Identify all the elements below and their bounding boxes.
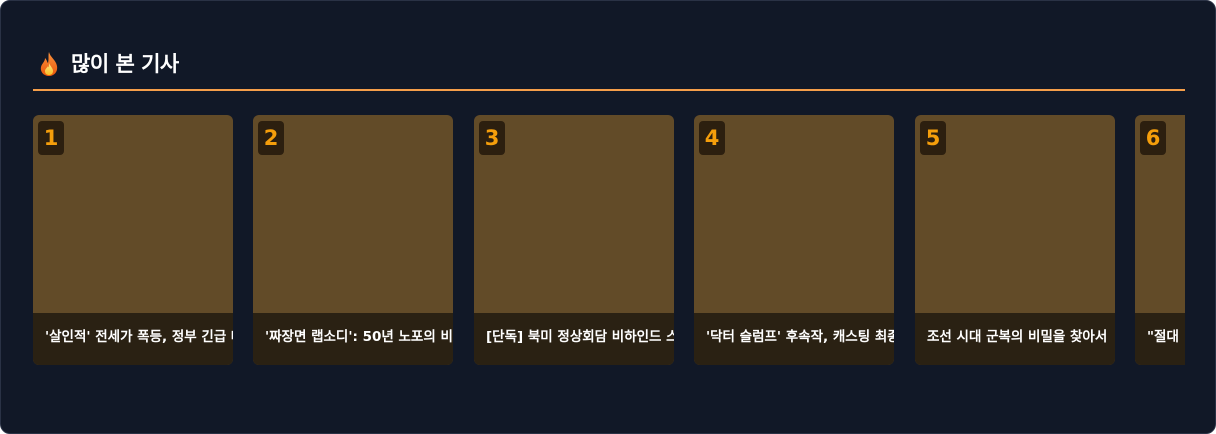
rank-badge: 6: [1140, 121, 1166, 155]
rank-badge: 1: [38, 121, 64, 155]
most-viewed-panel: 많이 본 기사 1 '살인적' 전세가 폭등, 정부 긴급 대책 2 '짜장면 …: [0, 0, 1216, 434]
article-card[interactable]: 3 [단독] 북미 정상회담 비하인드 스토리: [474, 115, 674, 365]
rank-badge: 4: [699, 121, 725, 155]
article-title: '짜장면 랩소디': 50년 노포의 비밀: [265, 329, 453, 345]
section-title: 많이 본 기사: [71, 52, 179, 76]
article-caption: 조선 시대 군복의 비밀을 찾아서: [915, 313, 1115, 365]
article-caption: '살인적' 전세가 폭등, 정부 긴급 대책: [33, 313, 233, 365]
article-caption: '닥터 슬럼프' 후속작, 캐스팅 최종 확정: [694, 313, 894, 365]
rank-badge: 2: [258, 121, 284, 155]
article-card[interactable]: 5 조선 시대 군복의 비밀을 찾아서: [915, 115, 1115, 365]
article-carousel: 1 '살인적' 전세가 폭등, 정부 긴급 대책 2 '짜장면 랩소디': 50…: [33, 115, 1185, 366]
article-title: [단독] 북미 정상회담 비하인드 스토리: [486, 329, 674, 345]
article-card[interactable]: 6 "절대: [1135, 115, 1185, 365]
article-title: 조선 시대 군복의 비밀을 찾아서: [927, 329, 1108, 345]
article-title: '닥터 슬럼프' 후속작, 캐스팅 최종 확정: [706, 329, 894, 345]
section-header: 많이 본 기사: [33, 49, 1185, 91]
fire-icon: [38, 51, 60, 77]
article-card[interactable]: 4 '닥터 슬럼프' 후속작, 캐스팅 최종 확정: [694, 115, 894, 365]
rank-badge: 5: [920, 121, 946, 155]
article-caption: "절대: [1135, 313, 1185, 365]
article-caption: '짜장면 랩소디': 50년 노포의 비밀: [253, 313, 453, 365]
article-title: "절대: [1147, 329, 1179, 345]
article-title: '살인적' 전세가 폭등, 정부 긴급 대책: [45, 329, 233, 345]
article-caption: [단독] 북미 정상회담 비하인드 스토리: [474, 313, 674, 365]
article-card[interactable]: 2 '짜장면 랩소디': 50년 노포의 비밀: [253, 115, 453, 365]
rank-badge: 3: [479, 121, 505, 155]
article-card[interactable]: 1 '살인적' 전세가 폭등, 정부 긴급 대책: [33, 115, 233, 365]
